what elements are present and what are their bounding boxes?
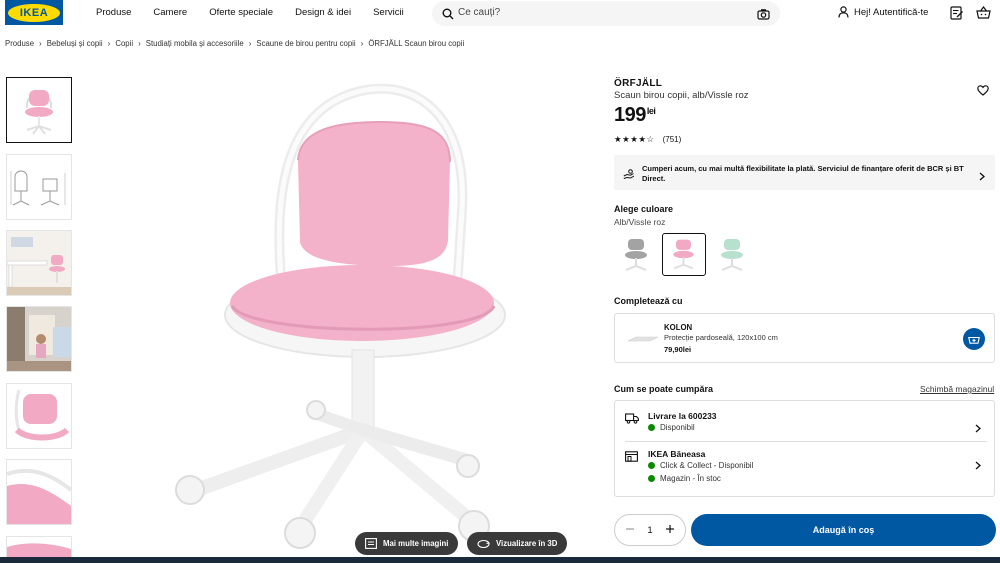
gallery-icon: [365, 538, 377, 549]
breadcrumb-separator: ›: [138, 39, 141, 48]
available-dot: [648, 475, 655, 482]
thumbnail-chair-front[interactable]: [6, 77, 72, 143]
add-to-cart-button[interactable]: Adaugă în coș: [691, 514, 996, 546]
delivery-title: Livrare la 600233: [648, 411, 717, 421]
nav-item-servicii[interactable]: Servicii: [373, 7, 404, 18]
breadcrumb-item[interactable]: Copii: [115, 39, 133, 48]
thumbnail-room-child[interactable]: [6, 306, 72, 372]
store-click-text: Click & Collect - Disponibil: [660, 461, 754, 470]
more-images-button[interactable]: Mai multe imagini: [355, 532, 459, 555]
shopping-list-icon[interactable]: [950, 6, 963, 25]
os-taskbar: [0, 557, 1000, 563]
cart-plus-icon: [968, 336, 980, 344]
rating[interactable]: ★★★★☆ (751): [614, 134, 681, 145]
delivery-status: Disponibil: [648, 423, 695, 432]
thumbnail-dimensions[interactable]: [6, 154, 72, 220]
rating-stars: ★★★★☆: [614, 134, 655, 144]
account-link[interactable]: Hej! Autentifică-te: [838, 6, 928, 18]
hand-coin-icon: [623, 167, 635, 185]
complete-item-desc: Protecție pardoseală, 120x100 cm: [664, 333, 778, 342]
store-title: IKEA Băneasa: [648, 449, 706, 459]
quantity-stepper[interactable]: 1: [614, 514, 686, 546]
search-icon: [442, 7, 454, 25]
delivery-status-text: Disponibil: [660, 423, 695, 432]
color-selected-value: Alb/Vissle roz: [614, 217, 666, 227]
complete-with-card[interactable]: KOLON Protecție pardoseală, 120x100 cm 7…: [614, 313, 995, 363]
nav-item-oferte[interactable]: Oferte speciale: [209, 7, 273, 18]
nav-item-design[interactable]: Design & idei: [295, 7, 351, 18]
available-dot: [648, 424, 655, 431]
user-icon: [838, 6, 849, 18]
store-icon: [625, 449, 638, 467]
header: IKEA Produse Camere Oferte speciale Desi…: [0, 0, 1000, 28]
truck-icon: [625, 411, 639, 429]
breadcrumb-separator: ›: [360, 39, 364, 48]
chevron-right-icon: [979, 168, 985, 186]
breadcrumb: Produse › Bebeluși și copii › Copii › Studi…: [5, 39, 464, 48]
3d-rotate-icon: [477, 539, 490, 548]
store-click-collect: Click & Collect - Disponibil: [648, 461, 753, 470]
divider: [625, 441, 987, 442]
main-product-image[interactable]: [90, 70, 585, 560]
chevron-right-icon: [975, 457, 981, 475]
store-stock-text: Magazin - În stoc: [660, 474, 721, 483]
plus-icon[interactable]: [665, 524, 675, 537]
price-amount: 199: [614, 104, 646, 126]
ikea-logo[interactable]: IKEA: [5, 0, 63, 25]
nav-item-camere[interactable]: Camere: [153, 7, 187, 18]
view-3d-label: Vizualizare în 3D: [496, 539, 558, 548]
thumbnail-seat-detail[interactable]: [6, 383, 72, 449]
breadcrumb-separator: ›: [107, 39, 111, 48]
product-name: ÖRFJÄLL: [614, 78, 663, 89]
quantity-value[interactable]: 1: [647, 525, 652, 536]
breadcrumb-item[interactable]: Produse: [5, 39, 34, 48]
complete-item-name: KOLON: [664, 323, 693, 332]
more-images-label: Mai multe imagini: [383, 539, 449, 548]
color-option-pink[interactable]: [662, 233, 706, 276]
change-store-link[interactable]: Schimbă magazinul: [920, 384, 994, 394]
breadcrumb-current[interactable]: ÖRFJÄLL Scaun birou copii: [368, 39, 464, 48]
complete-with-heading: Completează cu: [614, 296, 683, 306]
color-option-grey[interactable]: [614, 233, 658, 276]
search-input[interactable]: Ce cauți?: [458, 7, 500, 18]
account-label: Hej! Autentifică-te: [854, 6, 929, 18]
color-heading: Alege culoare: [614, 204, 674, 214]
review-count: (751): [662, 135, 682, 144]
complete-item-price: 79,90lei: [664, 345, 692, 354]
breadcrumb-item[interactable]: Studiați mobila și accesoriile: [146, 39, 244, 48]
color-option-green[interactable]: [710, 233, 754, 276]
main-nav: Produse Camere Oferte speciale Design & …: [96, 7, 426, 18]
cart-icon[interactable]: [976, 6, 991, 24]
purchase-heading: Cum se poate cumpăra: [614, 384, 714, 394]
product-description: Scaun birou copii, alb/Vissle roz: [614, 90, 749, 101]
thumbnail-backrest-detail[interactable]: [6, 459, 72, 525]
breadcrumb-separator: ›: [248, 39, 252, 48]
thumbnail-room-desk[interactable]: [6, 230, 72, 296]
financing-text: Cumperi acum, cu mai multă flexibilitate…: [642, 164, 964, 183]
breadcrumb-separator: ›: [39, 39, 42, 48]
available-dot: [648, 462, 655, 469]
product-price: 199lei: [614, 104, 656, 127]
breadcrumb-item[interactable]: Bebeluși și copii: [47, 39, 103, 48]
breadcrumb-item[interactable]: Scaune de birou pentru copii: [256, 39, 355, 48]
search-bar[interactable]: Ce cauți?: [432, 1, 780, 26]
logo-oval: IKEA: [8, 3, 60, 22]
view-3d-button[interactable]: Vizualizare în 3D: [467, 532, 568, 555]
minus-icon[interactable]: [625, 524, 635, 537]
nav-item-produse[interactable]: Produse: [96, 7, 131, 18]
logo-text: IKEA: [19, 6, 49, 19]
camera-icon[interactable]: [757, 7, 770, 25]
price-currency: lei: [646, 106, 656, 116]
chevron-right-icon: [975, 420, 981, 438]
favorite-heart-icon[interactable]: [977, 83, 989, 101]
add-to-cart-small-button[interactable]: [963, 328, 985, 350]
purchase-options-card: Livrare la 600233 Disponibil IKEA Băneas…: [614, 400, 995, 497]
store-stock: Magazin - În stoc: [648, 474, 721, 483]
floor-protector-image: [627, 332, 659, 350]
financing-banner[interactable]: Cumperi acum, cu mai multă flexibilitate…: [614, 155, 995, 190]
thumbnail-partial[interactable]: [6, 536, 72, 558]
